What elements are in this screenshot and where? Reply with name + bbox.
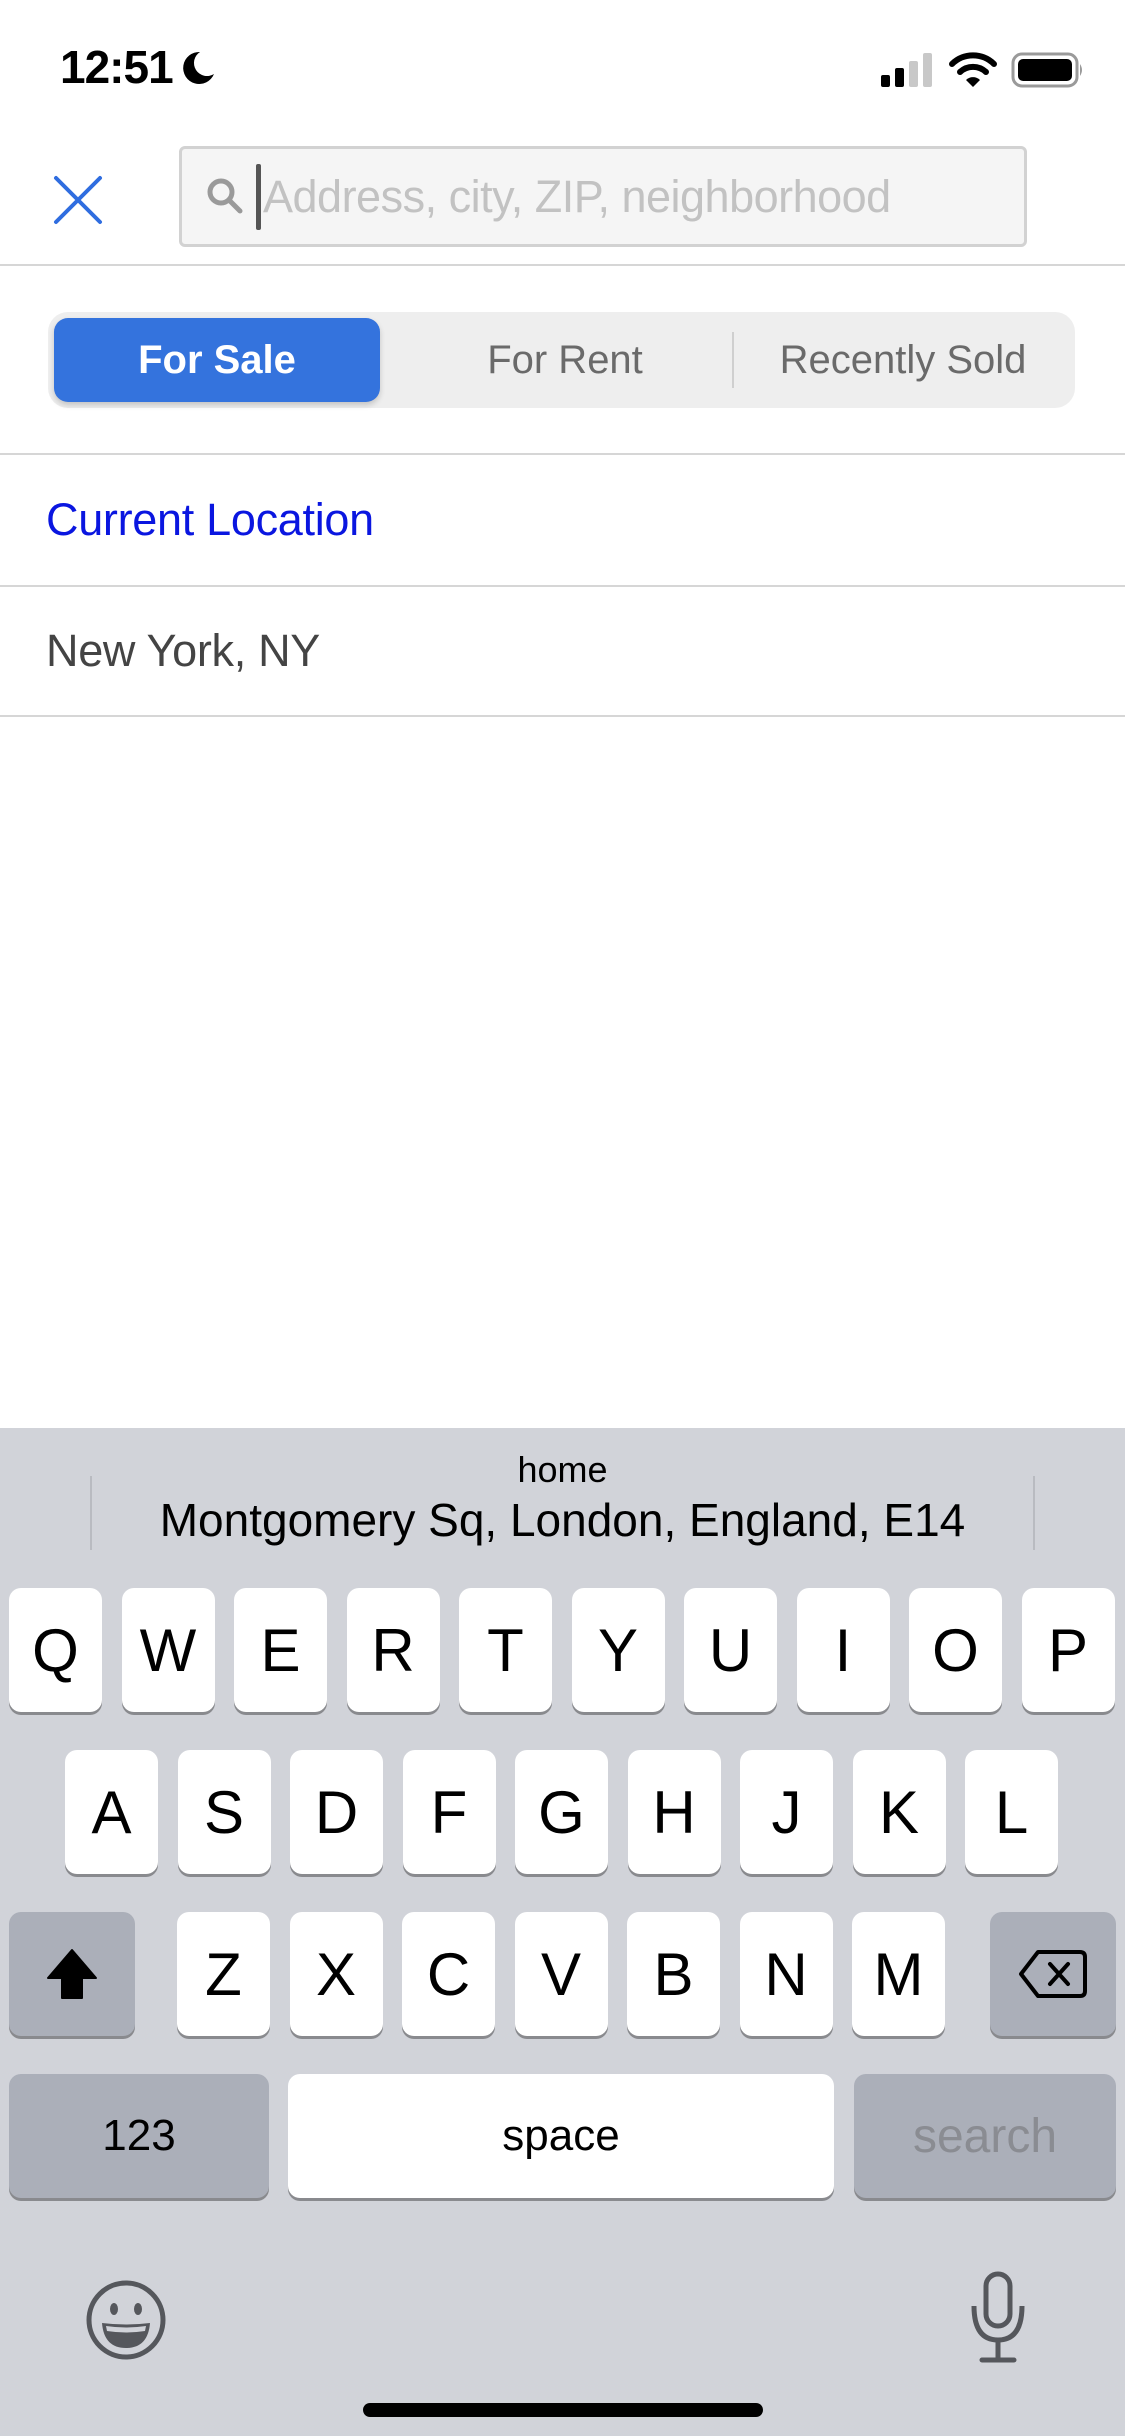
key-i[interactable]: I: [796, 1588, 890, 1712]
segment-divider: [732, 332, 734, 388]
emoji-icon[interactable]: [84, 2278, 168, 2362]
key-p[interactable]: P: [1021, 1588, 1115, 1712]
status-icons: [879, 50, 1085, 90]
moon-icon: [183, 51, 214, 84]
numbers-key-label: 123: [102, 2111, 176, 2160]
key-x[interactable]: X: [289, 1912, 383, 2036]
key-y[interactable]: Y: [571, 1588, 665, 1712]
key-k[interactable]: K: [852, 1750, 946, 1874]
search-field[interactable]: [179, 146, 1027, 247]
key-u[interactable]: U: [684, 1588, 777, 1712]
key-w[interactable]: W: [121, 1588, 215, 1712]
close-icon: [54, 176, 102, 224]
shift-key[interactable]: [9, 1912, 135, 2036]
signal-icon: [881, 53, 932, 87]
key-b[interactable]: B: [627, 1912, 720, 2036]
key-e[interactable]: E: [234, 1588, 327, 1712]
segment-for-sale[interactable]: For Sale: [54, 318, 380, 402]
suggestion-label: home: [517, 1449, 608, 1490]
numbers-key[interactable]: 123: [9, 2074, 269, 2198]
key-v[interactable]: V: [514, 1912, 608, 2036]
key-z[interactable]: Z: [177, 1912, 270, 2036]
key-t[interactable]: T: [459, 1588, 552, 1712]
search-key[interactable]: search: [854, 2074, 1116, 2198]
suggestion-value: Montgomery Sq, London, England, E14: [159, 1494, 966, 1546]
key-j[interactable]: J: [740, 1750, 833, 1874]
status-bar: 12:51: [0, 0, 1125, 140]
status-time: 12:51: [60, 41, 174, 93]
recent-location-item[interactable]: New York, NY: [0, 585, 1125, 717]
search-header: [0, 140, 1125, 266]
key-c[interactable]: C: [402, 1912, 495, 2036]
current-location-item[interactable]: Current Location: [0, 453, 1125, 585]
segment-for-rent[interactable]: For Rent: [400, 318, 730, 402]
key-n[interactable]: N: [739, 1912, 833, 2036]
key-f[interactable]: F: [402, 1750, 496, 1874]
key-r[interactable]: R: [346, 1588, 440, 1712]
search-icon: [207, 178, 243, 213]
shift-icon: [47, 1949, 97, 1999]
key-m[interactable]: M: [852, 1912, 945, 2036]
battery-icon: [1011, 52, 1082, 88]
space-key-label: space: [502, 2111, 620, 2160]
delete-key[interactable]: [990, 1912, 1116, 2036]
location-list: Current Location New York, NY: [0, 453, 1125, 717]
key-h[interactable]: H: [627, 1750, 721, 1874]
autofill-suggestion-bar: home Montgomery Sq, London, England, E14: [0, 1428, 1125, 1578]
text-caret: [256, 163, 261, 230]
close-button[interactable]: [48, 170, 108, 230]
key-o[interactable]: O: [909, 1588, 1002, 1712]
key-s[interactable]: S: [177, 1750, 271, 1874]
key-g[interactable]: G: [515, 1750, 608, 1874]
segment-recently-sold[interactable]: Recently Sold: [738, 318, 1068, 402]
key-l[interactable]: L: [965, 1750, 1058, 1874]
key-q[interactable]: Q: [9, 1588, 102, 1712]
backspace-icon: [1019, 1950, 1087, 1998]
home-indicator[interactable]: [363, 2403, 763, 2417]
space-key[interactable]: space: [288, 2074, 834, 2198]
key-a[interactable]: A: [65, 1750, 158, 1874]
suggestion-divider: [1033, 1476, 1035, 1550]
autofill-suggestion[interactable]: home Montgomery Sq, London, England, E14: [90, 1448, 1035, 1548]
search-input[interactable]: [263, 170, 963, 223]
wifi-icon: [949, 52, 997, 87]
search-key-label: search: [912, 2109, 1058, 2163]
key-d[interactable]: D: [290, 1750, 383, 1874]
listing-type-segmented-control: For Sale For Rent Recently Sold: [48, 312, 1075, 408]
keyboard: home Montgomery Sq, London, England, E14…: [0, 1428, 1125, 2436]
